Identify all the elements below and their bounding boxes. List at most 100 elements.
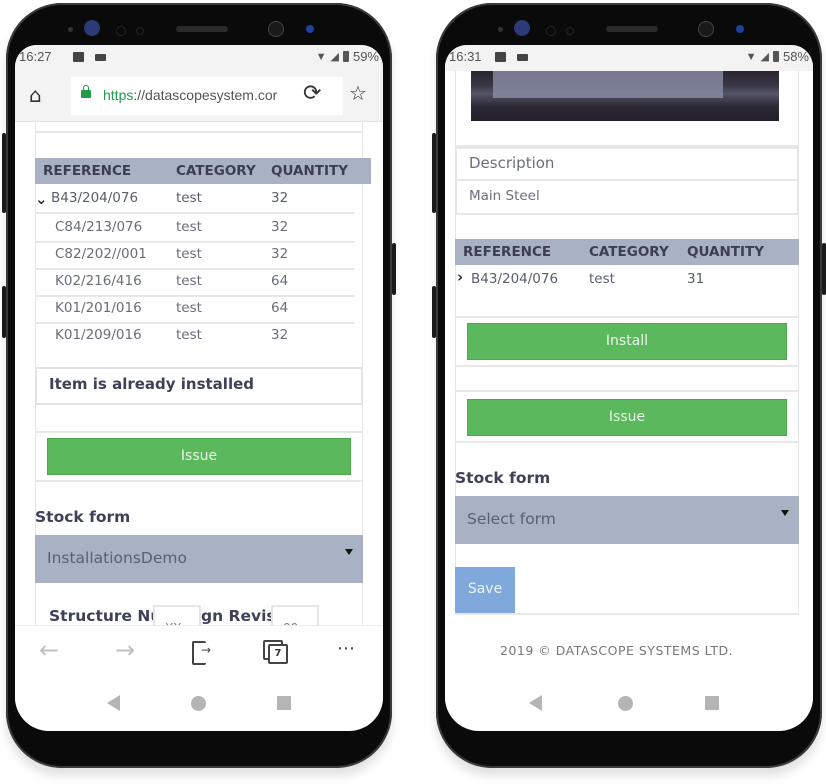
copyright-footer: 2019 © DATASCOPE SYSTEMS LTD. [500, 643, 734, 658]
lock-icon [81, 85, 91, 98]
status-time: 16:27 [19, 49, 52, 64]
proximity-sensor [306, 25, 314, 33]
row-category: test [176, 219, 202, 235]
battery-percent: 58% [782, 49, 809, 64]
row-category: test [589, 271, 615, 287]
row-category: test [176, 190, 202, 206]
status-bar: 16:31 ▼ ◢ 58% [445, 45, 813, 71]
status-bar: 16:27 ▼ ◢ 59% [15, 45, 383, 71]
description-input[interactable]: Main Steel [455, 179, 799, 215]
chevron-right-icon[interactable]: › [457, 268, 463, 286]
front-camera [268, 21, 284, 37]
left-phone-bixby-button [2, 286, 6, 338]
row-category: test [176, 300, 202, 316]
row-quantity: 64 [271, 273, 289, 289]
forward-arrow-icon[interactable]: → [115, 636, 135, 664]
right-phone-power-button [822, 243, 826, 295]
nav-recents-icon[interactable] [705, 696, 719, 710]
chevron-down-icon[interactable]: ⌄ [35, 190, 48, 208]
caret-down-icon [345, 549, 353, 555]
row-quantity: 32 [271, 219, 289, 235]
table-row[interactable]: K01/201/016 test 64 [35, 295, 355, 324]
battery-percent: 59% [352, 49, 379, 64]
stock-form-select[interactable]: InstallationsDemo [35, 535, 363, 583]
issue-button[interactable]: Issue [47, 438, 351, 475]
sensor-dot [498, 27, 503, 32]
video-icon [517, 54, 528, 61]
sensor-dot [546, 26, 556, 36]
iris-scanner [514, 20, 530, 36]
structure-number-label: Structure Nu [49, 607, 162, 625]
row-category: test [176, 246, 202, 262]
right-phone-bixby-button [432, 286, 436, 338]
row-category: test [176, 327, 202, 343]
sensor-dot [68, 27, 73, 32]
nav-home-icon[interactable] [191, 696, 206, 711]
reload-icon[interactable]: ⟳ [303, 81, 321, 106]
row-quantity: 32 [271, 190, 289, 206]
right-phone-sensors [436, 17, 822, 47]
wifi-icon: ▼ [315, 50, 327, 63]
nav-back-icon[interactable] [107, 695, 120, 711]
home-icon[interactable]: ⌂ [29, 83, 42, 107]
front-camera [698, 21, 714, 37]
table-row[interactable]: K02/216/416 test 64 [35, 268, 355, 297]
left-phone-power-button [392, 243, 396, 295]
back-arrow-icon[interactable]: ← [39, 636, 59, 664]
description-value: Main Steel [469, 188, 540, 204]
table-row[interactable]: C82/202//001 test 32 [35, 241, 355, 270]
row-category: test [176, 273, 202, 289]
url-text: https://datascopesystem.cor [103, 87, 278, 103]
stock-form-placeholder: Select form [467, 510, 556, 528]
row-reference: B43/204/076 [51, 190, 139, 206]
row-reference: K02/216/416 [55, 273, 142, 289]
table-row[interactable]: › B43/204/076 test 31 [455, 266, 799, 318]
install-button[interactable]: Install [467, 323, 787, 360]
issue-button[interactable]: Issue [467, 399, 787, 436]
nav-back-icon[interactable] [529, 695, 542, 711]
row-quantity: 31 [687, 271, 705, 287]
nav-recents-icon[interactable] [277, 696, 291, 710]
video-icon [95, 54, 106, 61]
gallery-icon [495, 52, 506, 62]
row-reference: C82/202//001 [55, 246, 147, 262]
description-label: Description [469, 154, 555, 172]
stock-form-label: Stock form [455, 469, 551, 487]
iris-scanner [84, 20, 100, 36]
table-row[interactable]: K01/209/016 test 32 [35, 322, 355, 349]
row-reference: K01/209/016 [55, 327, 142, 343]
earpiece-speaker [176, 26, 228, 32]
battery-icon [342, 51, 349, 62]
open-in-app-arrow: → [201, 643, 212, 657]
android-nav-bar [15, 677, 383, 727]
col-category: CATEGORY [176, 163, 256, 179]
sensor-dot [116, 26, 126, 36]
more-menu-icon[interactable]: ⋯ [337, 638, 355, 659]
status-message-text: Item is already installed [49, 375, 254, 393]
stock-form-select[interactable]: Select form [455, 496, 799, 544]
left-phone-sensors [6, 17, 392, 47]
preview-image [471, 71, 779, 121]
left-phone-volume-button [2, 133, 6, 213]
col-category: CATEGORY [589, 244, 669, 260]
left-phone-screen: 16:27 ▼ ◢ 59% ⌂ https://datascopesystem.… [15, 45, 383, 731]
status-message: Item is already installed [35, 367, 363, 405]
favorites-icon[interactable]: ☆ [349, 81, 367, 105]
col-reference: REFERENCE [463, 244, 552, 260]
items-table-header: REFERENCE CATEGORY QUANTITY [35, 158, 371, 184]
divider [35, 131, 363, 133]
nav-home-icon[interactable] [618, 696, 633, 711]
divider [455, 613, 799, 615]
stock-form-value: InstallationsDemo [47, 549, 187, 567]
table-row[interactable]: ⌄ B43/204/076 test 32 [35, 185, 355, 214]
sensor-dot [566, 27, 574, 35]
row-quantity: 32 [271, 246, 289, 262]
row-reference: K01/201/016 [55, 300, 142, 316]
table-row[interactable]: C84/213/076 test 32 [35, 214, 355, 243]
save-button[interactable]: Save [455, 567, 515, 613]
design-revision-label: gn Revis [201, 607, 276, 625]
preview-image-inner [493, 71, 723, 98]
divider [455, 365, 799, 367]
gallery-icon [73, 52, 84, 62]
col-reference: REFERENCE [43, 163, 132, 179]
